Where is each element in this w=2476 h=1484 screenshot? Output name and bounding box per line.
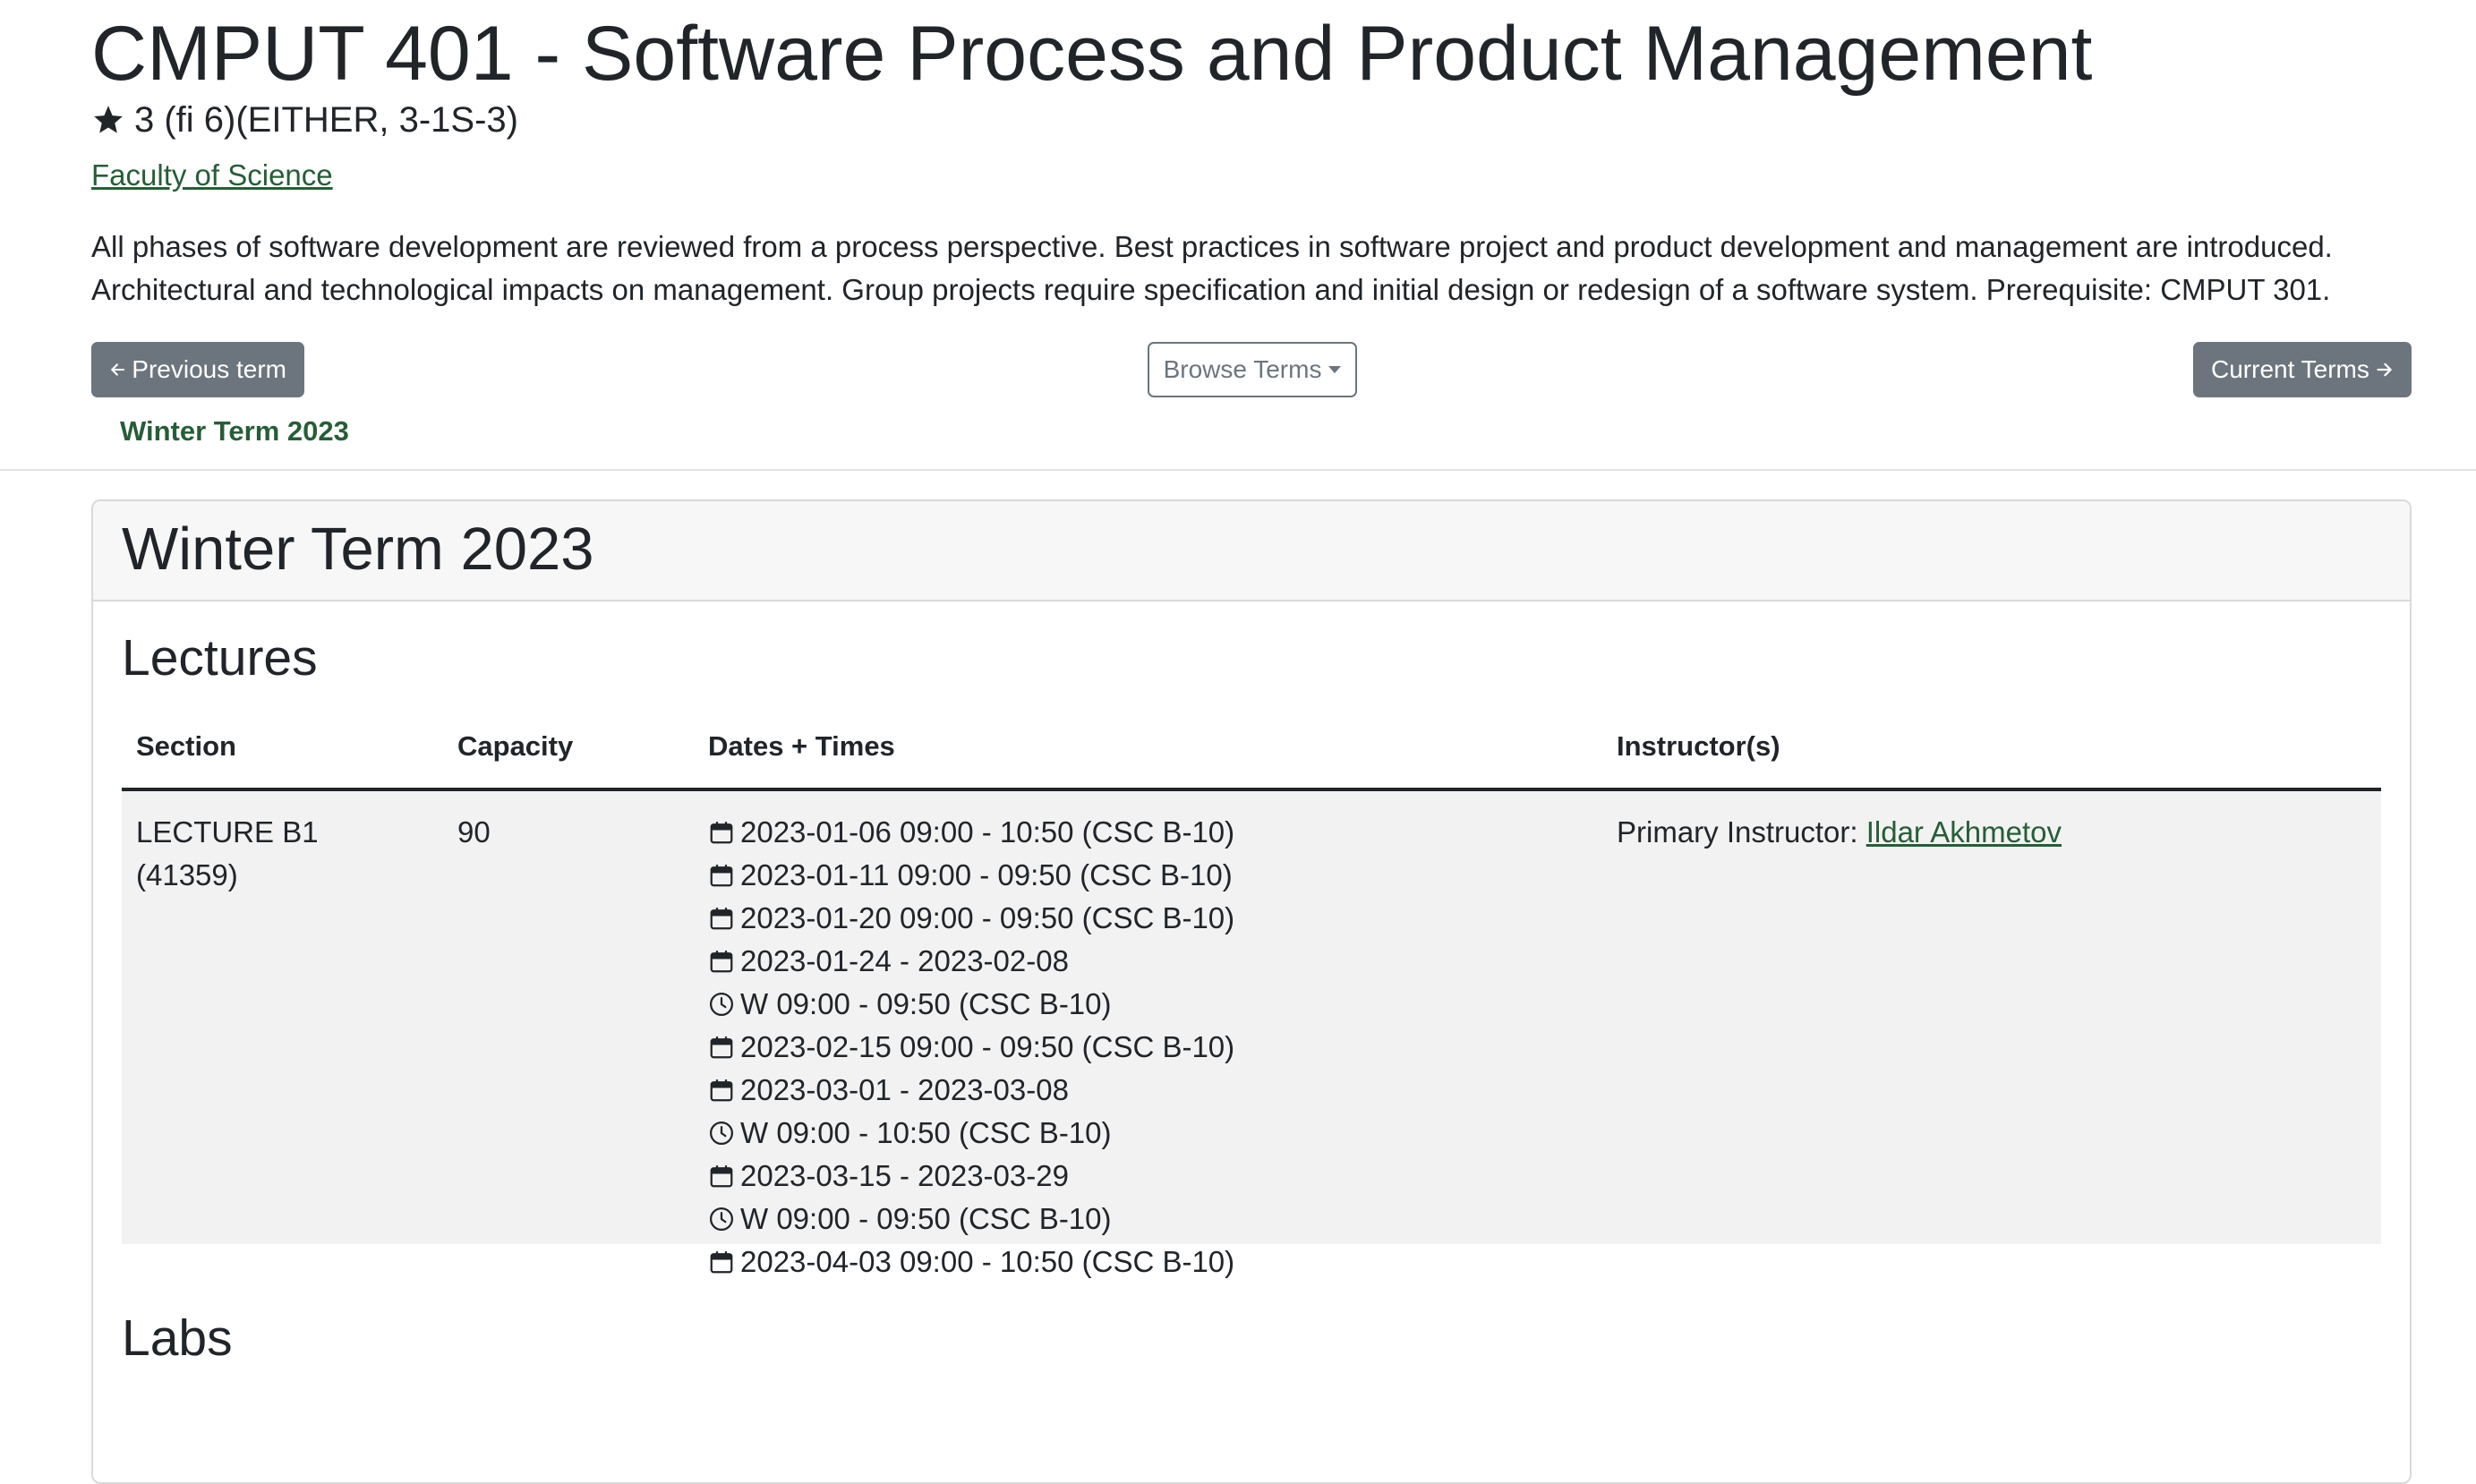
term-title: Winter Term 2023	[122, 516, 594, 583]
calendar-icon	[708, 819, 740, 846]
term-card: Winter Term 2023 Lectures Section Capaci…	[91, 499, 2412, 1484]
column-header-instructors: Instructor(s)	[1617, 730, 1780, 762]
current-terms-button[interactable]: Current Terms	[2193, 342, 2412, 397]
clock-icon	[708, 991, 740, 1018]
date-time-line: 2023-01-20 09:00 - 09:50 (CSC B-10)	[708, 897, 1234, 940]
date-time-line: 2023-01-24 - 2023-02-08	[708, 940, 1234, 983]
section-id: (41359)	[136, 858, 238, 891]
instructor-role: Primary Instructor:	[1617, 815, 1858, 849]
faculty-link[interactable]: Faculty of Science	[91, 154, 333, 197]
date-time-text: 2023-03-01 - 2023-03-08	[740, 1073, 1069, 1106]
tab-winter-term-2023[interactable]: Winter Term 2023	[120, 412, 349, 451]
browse-terms-label: Browse Terms	[1163, 355, 1322, 383]
date-time-line: 2023-04-03 09:00 - 10:50 (CSC B-10)	[708, 1241, 1234, 1284]
date-time-line: W 09:00 - 10:50 (CSC B-10)	[708, 1112, 1234, 1155]
date-time-line: 2023-03-01 - 2023-03-08	[708, 1069, 1234, 1112]
calendar-icon	[708, 905, 740, 932]
date-time-text: 2023-01-11 09:00 - 09:50 (CSC B-10)	[740, 858, 1233, 891]
date-time-text: 2023-03-15 - 2023-03-29	[740, 1159, 1069, 1192]
credits-text: 3 (fi 6)(EITHER, 3-1S-3)	[134, 100, 518, 140]
clock-icon	[708, 1120, 740, 1147]
column-header-section: Section	[136, 730, 236, 762]
calendar-icon	[708, 1034, 740, 1061]
caret-down-icon	[1328, 366, 1342, 373]
term-card-header: Winter Term 2023	[93, 501, 2410, 601]
lectures-table-header: Section Capacity Dates + Times Instructo…	[122, 707, 2381, 791]
date-time-text: 2023-01-06 09:00 - 10:50 (CSC B-10)	[740, 815, 1235, 849]
divider	[0, 469, 2476, 471]
calendar-icon	[708, 862, 740, 889]
date-time-text: W 09:00 - 09:50 (CSC B-10)	[740, 987, 1112, 1020]
column-header-capacity: Capacity	[457, 730, 574, 762]
calendar-icon	[708, 1077, 740, 1104]
date-time-line: 2023-03-15 - 2023-03-29	[708, 1155, 1234, 1198]
current-terms-label: Current Terms	[2211, 355, 2369, 383]
date-time-text: 2023-01-20 09:00 - 09:50 (CSC B-10)	[740, 901, 1235, 934]
date-time-line: W 09:00 - 09:50 (CSC B-10)	[708, 983, 1234, 1026]
course-credits: 3 (fi 6)(EITHER, 3-1S-3)	[91, 95, 518, 145]
date-time-text: W 09:00 - 09:50 (CSC B-10)	[740, 1202, 1112, 1235]
section-name: LECTURE B1	[136, 815, 319, 849]
column-header-dates: Dates + Times	[708, 730, 895, 762]
star-icon	[94, 106, 123, 133]
course-title: CMPUT 401 - Software Process and Product…	[91, 11, 2093, 97]
capacity-cell: 90	[457, 815, 491, 849]
date-time-text: 2023-01-24 - 2023-02-08	[740, 944, 1069, 977]
arrow-right-icon	[2377, 362, 2392, 377]
lectures-heading: Lectures	[122, 629, 318, 687]
calendar-icon	[708, 1249, 740, 1275]
instructor-link[interactable]: Ildar Akhmetov	[1866, 815, 2062, 849]
date-time-line: 2023-02-15 09:00 - 09:50 (CSC B-10)	[708, 1026, 1234, 1069]
labs-heading: Labs	[122, 1309, 233, 1367]
table-row: LECTURE B1 (41359) 90 2023-01-06 09:00 -…	[122, 791, 2381, 1278]
date-time-line: 2023-01-06 09:00 - 10:50 (CSC B-10)	[708, 811, 1234, 854]
dates-cell: 2023-01-06 09:00 - 10:50 (CSC B-10) 2023-…	[708, 811, 1234, 1284]
course-description: All phases of software development are r…	[91, 230, 2333, 306]
instructor-cell: Primary Instructor: Ildar Akhmetov	[1617, 811, 2062, 854]
previous-term-button[interactable]: Previous term	[91, 342, 304, 397]
clock-icon	[708, 1206, 740, 1232]
date-time-line: 2023-01-11 09:00 - 09:50 (CSC B-10)	[708, 854, 1234, 897]
previous-term-label: Previous term	[132, 355, 286, 383]
date-time-text: 2023-02-15 09:00 - 09:50 (CSC B-10)	[740, 1030, 1235, 1063]
date-time-text: 2023-04-03 09:00 - 10:50 (CSC B-10)	[740, 1245, 1235, 1278]
arrow-left-icon	[111, 363, 125, 376]
date-time-text: W 09:00 - 10:50 (CSC B-10)	[740, 1116, 1112, 1149]
calendar-icon	[708, 948, 740, 975]
calendar-icon	[708, 1163, 740, 1190]
browse-terms-dropdown[interactable]: Browse Terms	[1148, 342, 1357, 397]
date-time-line: W 09:00 - 09:50 (CSC B-10)	[708, 1198, 1234, 1241]
section-cell: LECTURE B1 (41359)	[136, 811, 440, 897]
